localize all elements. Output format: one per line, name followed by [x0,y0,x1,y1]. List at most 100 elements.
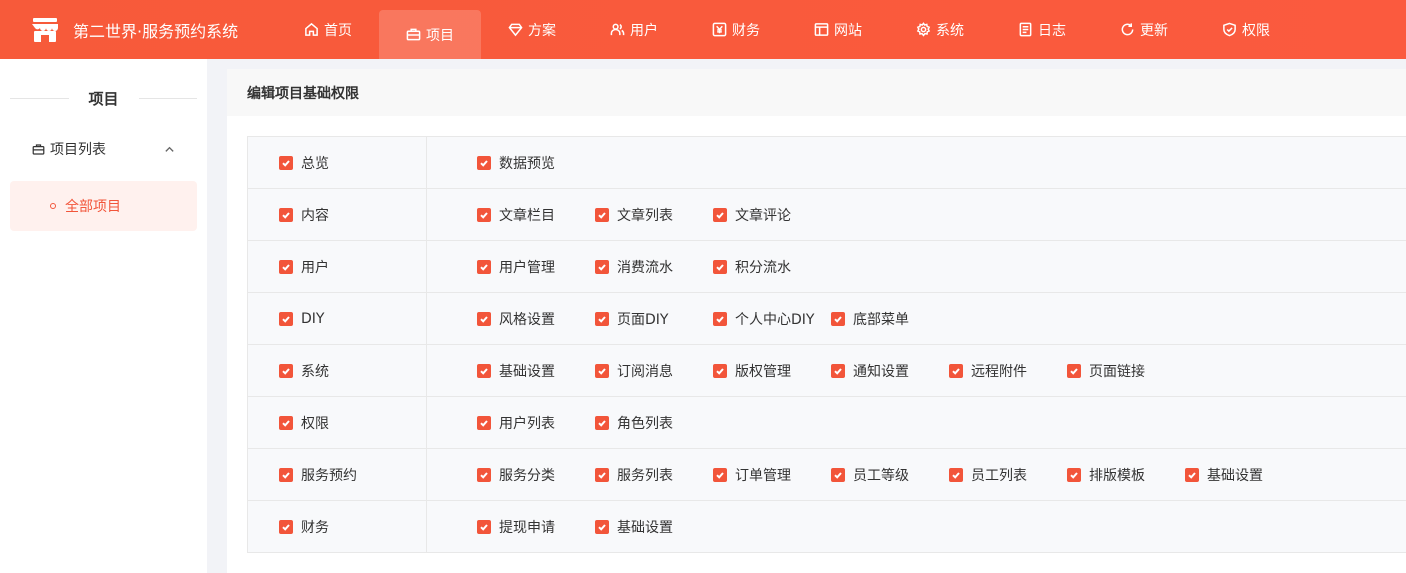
table-row: 财务 提现申请 基础设置 [248,501,1406,553]
nav-item-5[interactable]: 网站 [787,0,889,59]
permission-item-checkbox[interactable]: 基础设置 [477,361,595,381]
app-title: 第二世界·服务预约系统 [73,21,239,41]
checkbox-label: 版权管理 [735,363,791,380]
permission-item-checkbox[interactable]: 服务分类 [477,465,595,485]
permission-items-cell: 用户管理 消费流水 积分流水 [427,241,1406,292]
permission-items-cell: 提现申请 基础设置 [427,501,1406,552]
checkbox-label: 底部菜单 [853,311,909,328]
permission-item-checkbox[interactable]: 提现申请 [477,517,595,537]
checkbox-checked-icon [595,467,609,482]
table-row: 用户 用户管理 消费流水 积分流水 [248,241,1406,293]
permission-category-checkbox[interactable]: 服务预约 [279,465,357,485]
permission-item-checkbox[interactable]: 基础设置 [595,517,713,537]
sidebar-group-project-list[interactable]: 项目列表 [0,134,207,164]
checkbox-label: 通知设置 [853,363,909,380]
brand[interactable]: 第二世界·服务预约系统 [0,0,258,59]
permission-item-checkbox[interactable]: 用户列表 [477,413,595,433]
table-row: 权限 用户列表 角色列表 [248,397,1406,449]
permission-category-checkbox[interactable]: 总览 [279,153,329,173]
checkbox-checked-icon [595,519,609,534]
permission-item-checkbox[interactable]: 基础设置 [1185,465,1303,485]
checkbox-checked-icon [713,259,727,274]
checkbox-label: 页面链接 [1089,363,1145,380]
checkbox-checked-icon [713,467,727,482]
permission-item-checkbox[interactable]: 员工等级 [831,465,949,485]
checkbox-checked-icon [477,415,491,430]
divider [138,97,198,99]
nav-item-label: 系统 [936,22,964,39]
chevron-up-icon[interactable] [164,144,175,155]
permission-items-cell: 服务分类 服务列表 订单管理 员工等级 员工列表 排版模板 基础设置 [427,449,1406,500]
nav-item-3[interactable]: 用户 [583,0,685,59]
permission-item-checkbox[interactable]: 角色列表 [595,413,713,433]
permission-item-checkbox[interactable]: 底部菜单 [831,309,949,329]
nav-item-6[interactable]: 系统 [889,0,991,59]
checkbox-checked-icon [477,155,491,170]
nav-item-4[interactable]: 财务 [685,0,787,59]
nav-item-8[interactable]: 更新 [1093,0,1195,59]
permission-category-checkbox[interactable]: DIY [279,311,324,327]
permission-item-checkbox[interactable]: 页面链接 [1067,361,1185,381]
checkbox-label: 服务预约 [301,467,357,484]
checkbox-checked-icon [831,363,845,378]
permission-item-checkbox[interactable]: 个人中心DIY [713,309,831,329]
checkbox-checked-icon [477,207,491,222]
nav-item-2[interactable]: 方案 [481,0,583,59]
sidebar-item-all-projects[interactable]: 全部项目 [10,181,197,231]
permission-item-checkbox[interactable]: 数据预览 [477,153,595,173]
permission-item-checkbox[interactable]: 员工列表 [949,465,1067,485]
nav-item-9[interactable]: 权限 [1195,0,1297,59]
permission-item-checkbox[interactable]: 远程附件 [949,361,1067,381]
permission-item-checkbox[interactable]: 文章评论 [713,205,831,225]
layout-icon [814,23,829,36]
nav-item-1[interactable]: 项目 [379,10,481,59]
gear-icon [916,22,931,37]
checkbox-label: 积分流水 [735,259,791,276]
permission-category-cell: 总览 [248,137,427,188]
users-icon [610,23,625,36]
permission-category-cell: 服务预约 [248,449,427,500]
nav-item-0[interactable]: 首页 [277,0,379,59]
nav-item-label: 首页 [324,22,352,39]
permission-item-checkbox[interactable]: 用户管理 [477,257,595,277]
nav-item-7[interactable]: 日志 [991,0,1093,59]
briefcase-icon [406,28,421,41]
permission-item-checkbox[interactable]: 订单管理 [713,465,831,485]
permission-item-checkbox[interactable]: 文章栏目 [477,205,595,225]
checkbox-label: 文章评论 [735,207,791,224]
checkbox-checked-icon [1067,467,1081,482]
permission-category-checkbox[interactable]: 用户 [279,257,329,277]
checkbox-label: 基础设置 [1207,467,1263,484]
checkbox-checked-icon [279,207,293,222]
permission-item-checkbox[interactable]: 页面DIY [595,309,713,329]
permission-category-cell: 内容 [248,189,427,240]
permission-item-checkbox[interactable]: 版权管理 [713,361,831,381]
permission-item-checkbox[interactable]: 通知设置 [831,361,949,381]
permission-category-checkbox[interactable]: 内容 [279,205,329,225]
checkbox-label: 风格设置 [499,311,555,328]
checkbox-checked-icon [713,207,727,222]
permission-item-checkbox[interactable]: 排版模板 [1067,465,1185,485]
document-icon [1019,22,1032,37]
checkbox-label: 服务列表 [617,467,673,484]
checkbox-label: 财务 [301,519,329,536]
permission-item-checkbox[interactable]: 消费流水 [595,257,713,277]
yen-icon [712,22,727,37]
checkbox-checked-icon [477,363,491,378]
permission-item-checkbox[interactable]: 文章列表 [595,205,713,225]
permission-item-checkbox[interactable]: 订阅消息 [595,361,713,381]
permission-item-checkbox[interactable]: 积分流水 [713,257,831,277]
nav-item-label: 更新 [1140,22,1168,39]
checkbox-label: 排版模板 [1089,467,1145,484]
permission-category-checkbox[interactable]: 权限 [279,413,329,433]
checkbox-label: 订单管理 [735,467,791,484]
permission-category-cell: 系统 [248,345,427,396]
permission-item-checkbox[interactable]: 服务列表 [595,465,713,485]
table-row: 内容 文章栏目 文章列表 文章评论 [248,189,1406,241]
checkbox-label: 订阅消息 [617,363,673,380]
permission-category-checkbox[interactable]: 系统 [279,361,329,381]
checkbox-checked-icon [477,519,491,534]
checkbox-label: 提现申请 [499,519,555,536]
permission-category-checkbox[interactable]: 财务 [279,517,329,537]
permission-item-checkbox[interactable]: 风格设置 [477,309,595,329]
